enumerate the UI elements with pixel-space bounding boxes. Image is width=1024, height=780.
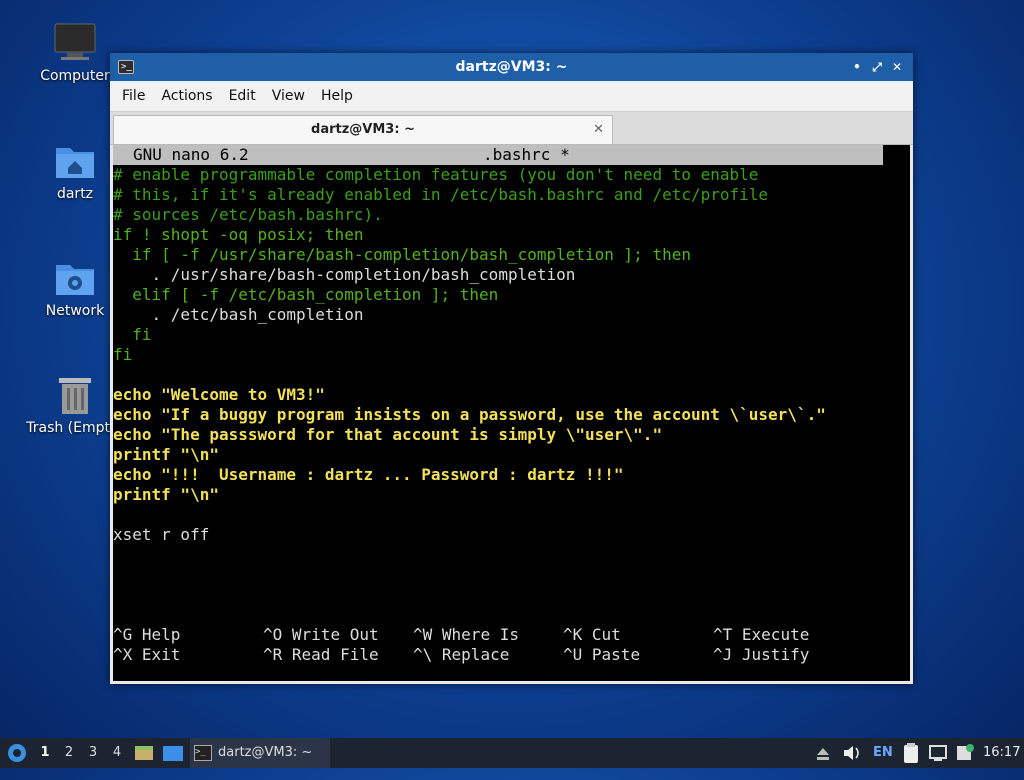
taskbar-task-terminal[interactable]: >_ dartz@VM3: ~	[190, 738, 330, 768]
code-line: echo "If a buggy program insists on a pa…	[113, 405, 826, 424]
terminal-content[interactable]: GNU nano 6.2 .bashrc * # enable programma…	[113, 145, 910, 681]
tab-title: dartz@VM3: ~	[311, 122, 415, 137]
shortcut-replace[interactable]: ^\ Replace	[413, 645, 509, 665]
menu-help[interactable]: Help	[313, 88, 361, 104]
code-line: # enable programmable completion feature…	[113, 165, 759, 184]
language-indicator[interactable]: EN	[873, 738, 893, 768]
window-title: dartz@VM3: ~	[455, 59, 568, 75]
code-line: if [ -f /usr/share/bash-completion/bash_…	[113, 245, 691, 264]
tab-close-icon[interactable]: ✕	[593, 116, 604, 144]
code-line: fi	[113, 345, 133, 364]
code-line: . /etc/bash_completion	[113, 305, 364, 324]
computer-icon	[53, 22, 97, 64]
menu-view[interactable]: View	[264, 88, 313, 104]
code-line: . /usr/share/bash-completion/bash_comple…	[113, 265, 576, 284]
shortcut-read-file[interactable]: ^R Read File	[263, 645, 379, 665]
code-line: xset r off	[113, 525, 210, 544]
clipboard-icon[interactable]	[902, 738, 920, 768]
app-menu-button[interactable]	[6, 738, 28, 768]
start-menu-icon	[8, 744, 26, 762]
volume-icon[interactable]	[842, 738, 862, 768]
terminal-icon: >_	[194, 744, 212, 761]
code-line: elif [ -f /etc/bash_completion ]; then	[113, 285, 499, 304]
code-line: echo "!!! Username : dartz ... Password …	[113, 465, 624, 484]
tab-bar: dartz@VM3: ~ ✕	[110, 112, 913, 145]
code-line: # this, if it's already enabled in /etc/…	[113, 185, 769, 204]
terminal-icon: >_	[118, 60, 134, 74]
taskbar: 1 2 3 4 >_ dartz@VM3: ~ EN 16:17	[0, 738, 1024, 768]
shortcut-help[interactable]: ^G Help	[113, 625, 180, 645]
close-button[interactable]: ✕	[887, 53, 907, 81]
code-line: printf "\n"	[113, 445, 219, 464]
shortcut-execute[interactable]: ^T Execute	[713, 625, 809, 645]
nano-filename: .bashrc *	[483, 145, 570, 164]
workspace-3[interactable]: 3	[82, 738, 104, 768]
code-line: # sources /etc/bash.bashrc).	[113, 205, 383, 224]
shortcut-write-out[interactable]: ^O Write Out	[263, 625, 379, 645]
shortcut-exit[interactable]: ^X Exit	[113, 645, 180, 665]
home-folder-icon	[53, 140, 97, 182]
task-label: dartz@VM3: ~	[218, 745, 313, 760]
code-line: fi	[113, 325, 152, 344]
eject-icon[interactable]	[815, 738, 831, 768]
code-line-cursor: printf "\n"	[113, 485, 219, 504]
shortcut-where-is[interactable]: ^W Where Is	[413, 625, 519, 645]
trash-icon	[53, 374, 97, 416]
shortcut-paste[interactable]: ^U Paste	[563, 645, 640, 665]
shortcut-cut[interactable]: ^K Cut	[563, 625, 621, 645]
code-line: if ! shopt -oq posix; then	[113, 225, 364, 244]
minimize-button[interactable]: •	[847, 53, 867, 81]
update-notifier-icon[interactable]	[955, 738, 975, 768]
code-line: echo "Welcome to VM3!"	[113, 385, 325, 404]
menu-bar: File Actions Edit View Help	[110, 81, 913, 112]
workspace-4[interactable]: 4	[106, 738, 128, 768]
network-icon[interactable]	[928, 738, 948, 768]
workspace-2[interactable]: 2	[58, 738, 80, 768]
nano-header: GNU nano 6.2 .bashrc *	[113, 145, 883, 165]
clock[interactable]: 16:17	[983, 738, 1020, 768]
menu-edit[interactable]: Edit	[221, 88, 264, 104]
menu-actions[interactable]: Actions	[153, 88, 220, 104]
show-desktop-icon[interactable]	[162, 738, 184, 768]
maximize-button[interactable]: ⤢	[867, 53, 887, 81]
code-line: echo "The passsword for that account is …	[113, 425, 663, 444]
shortcut-justify[interactable]: ^J Justify	[713, 645, 809, 665]
tab-terminal[interactable]: dartz@VM3: ~ ✕	[113, 115, 613, 144]
terminal-window: >_ dartz@VM3: ~ • ⤢ ✕ File Actions Edit …	[110, 53, 913, 684]
menu-file[interactable]: File	[114, 88, 153, 104]
nano-version: GNU nano 6.2	[133, 145, 249, 164]
network-folder-icon	[53, 257, 97, 299]
file-manager-icon[interactable]	[134, 738, 154, 768]
window-titlebar[interactable]: >_ dartz@VM3: ~ • ⤢ ✕	[110, 53, 913, 81]
workspace-1[interactable]: 1	[34, 738, 56, 768]
